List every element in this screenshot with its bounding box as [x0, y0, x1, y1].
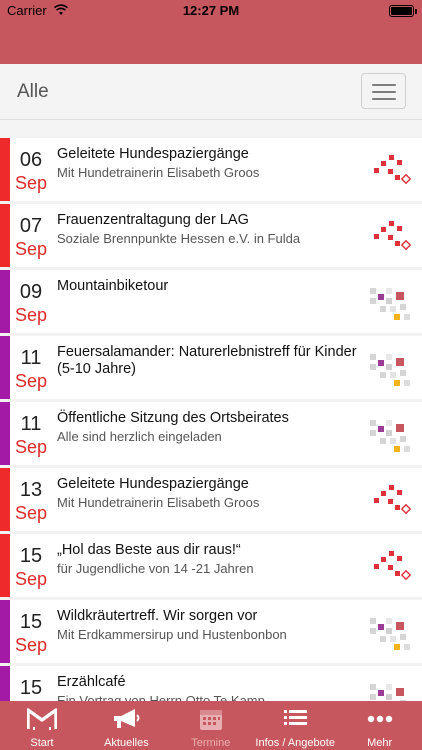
calendar-icon	[199, 710, 222, 730]
event-day: 07	[19, 215, 43, 237]
event-title: Frauenzentraltagung der LAG	[57, 212, 249, 228]
event-row[interactable]: 11 Sep Öffentliche Sitzung des Ortsbeira…	[0, 402, 422, 465]
kj-logo-icon	[374, 485, 412, 515]
tab-aktuelles[interactable]: Aktuelles	[84, 701, 168, 750]
category-stripe	[0, 336, 10, 399]
event-row[interactable]: 15 Sep Wildkräutertreff. Wir sorgen vor …	[0, 600, 422, 663]
category-stripe	[0, 534, 10, 597]
mosaic-logo-icon	[370, 288, 410, 320]
tab-label: Termine	[191, 737, 231, 749]
event-day: 06	[19, 149, 43, 171]
event-day: 15	[19, 677, 43, 699]
status-time: 12:27 PM	[182, 3, 240, 18]
event-month: Sep	[14, 635, 48, 655]
event-day: 15	[19, 545, 43, 567]
category-stripe	[0, 600, 10, 663]
event-day: 11	[20, 413, 42, 435]
event-subtitle: Mit Hundetrainerin Elisabeth Groos	[57, 495, 260, 510]
filter-menu-button[interactable]	[361, 73, 406, 109]
event-month: Sep	[14, 437, 48, 457]
event-day: 13	[19, 479, 43, 501]
more-icon	[367, 715, 392, 723]
tab-mehr[interactable]: Mehr	[338, 701, 422, 750]
mosaic-logo-icon	[370, 420, 410, 452]
event-day: 15	[19, 611, 43, 633]
category-stripe	[0, 468, 10, 531]
event-subtitle: Soziale Brennpunkte Hessen e.V. in Fulda	[57, 231, 301, 246]
event-title: Geleitete Hundespaziergänge	[57, 146, 249, 162]
category-stripe	[0, 204, 10, 267]
status-bar: Carrier 12:27 PM	[0, 0, 422, 22]
tab-bar: Start Aktuelles Termine Infos / Angebote Meh…	[0, 701, 422, 750]
tab-start[interactable]: Start	[0, 701, 84, 750]
mosaic-logo-icon	[370, 354, 410, 386]
event-title: Mountainbiketour	[57, 278, 169, 294]
event-title: Geleitete Hundespaziergänge	[57, 476, 249, 492]
event-row[interactable]: 06 Sep Geleitete Hundespaziergänge Mit H…	[0, 138, 422, 201]
category-stripe	[0, 666, 10, 701]
event-subtitle: Mit Hundetrainerin Elisabeth Groos	[57, 165, 260, 180]
event-row[interactable]: 11 Sep Feuersalamander: Naturerlebnistre…	[0, 336, 422, 399]
list-icon	[284, 710, 308, 725]
event-subtitle: Ein Vortrag von Herrn Otto Te Kamp	[57, 693, 265, 701]
m-logo-icon	[27, 708, 57, 730]
tab-label: Infos / Angebote	[255, 737, 335, 749]
navigation-bar	[0, 22, 422, 64]
event-title: Öffentliche Sitzung des Ortsbeirates	[57, 410, 289, 426]
filter-bar: Alle	[0, 64, 422, 120]
event-subtitle: Alle sind herzlich eingeladen	[57, 429, 222, 444]
tab-infos-angebote[interactable]: Infos / Angebote	[253, 701, 337, 750]
event-subtitle: Mit Erdkammersirup und Hustenbonbon	[57, 627, 287, 642]
megaphone-icon	[114, 709, 140, 728]
event-row[interactable]: 09 Sep Mountainbiketour	[0, 270, 422, 333]
event-title: Feuersalamander: Naturerlebnistreff für …	[57, 344, 357, 377]
mosaic-logo-icon	[370, 684, 406, 701]
event-row[interactable]: 13 Sep Geleitete Hundespaziergänge Mit H…	[0, 468, 422, 531]
event-day: 09	[19, 281, 43, 303]
event-title: Wildkräutertreff. Wir sorgen vor	[57, 608, 258, 624]
tab-label: Start	[30, 737, 54, 749]
event-month: Sep	[14, 239, 48, 259]
kj-logo-icon	[374, 221, 412, 251]
tab-termine[interactable]: Termine	[169, 701, 253, 750]
kj-logo-icon	[374, 155, 412, 185]
category-stripe	[0, 402, 10, 465]
event-month: Sep	[14, 569, 48, 589]
event-title: „Hol das Beste aus dir raus!“	[57, 542, 241, 558]
event-row[interactable]: 15 Sep Erzählcafé Ein Vortrag von Herrn …	[0, 666, 422, 701]
event-day: 11	[20, 347, 42, 369]
mosaic-logo-icon	[370, 618, 410, 650]
event-month: Sep	[14, 173, 48, 193]
hamburger-menu-icon	[372, 84, 396, 86]
event-month: Sep	[14, 371, 48, 391]
event-list[interactable]: 06 Sep Geleitete Hundespaziergänge Mit H…	[0, 138, 422, 701]
tab-label: Mehr	[367, 737, 393, 749]
filter-label[interactable]: Alle	[17, 81, 49, 103]
event-title: Erzählcafé	[57, 674, 126, 690]
tab-label: Aktuelles	[104, 737, 149, 749]
category-stripe	[0, 138, 10, 201]
battery-icon	[389, 5, 417, 17]
event-subtitle: für Jugendliche von 14 -21 Jahren	[57, 561, 254, 576]
category-stripe	[0, 270, 10, 333]
event-row[interactable]: 15 Sep „Hol das Beste aus dir raus!“ für…	[0, 534, 422, 597]
event-month: Sep	[14, 503, 48, 523]
event-month: Sep	[14, 305, 48, 325]
event-row[interactable]: 07 Sep Frauenzentraltagung der LAG Sozia…	[0, 204, 422, 267]
kj-logo-icon	[374, 551, 412, 581]
